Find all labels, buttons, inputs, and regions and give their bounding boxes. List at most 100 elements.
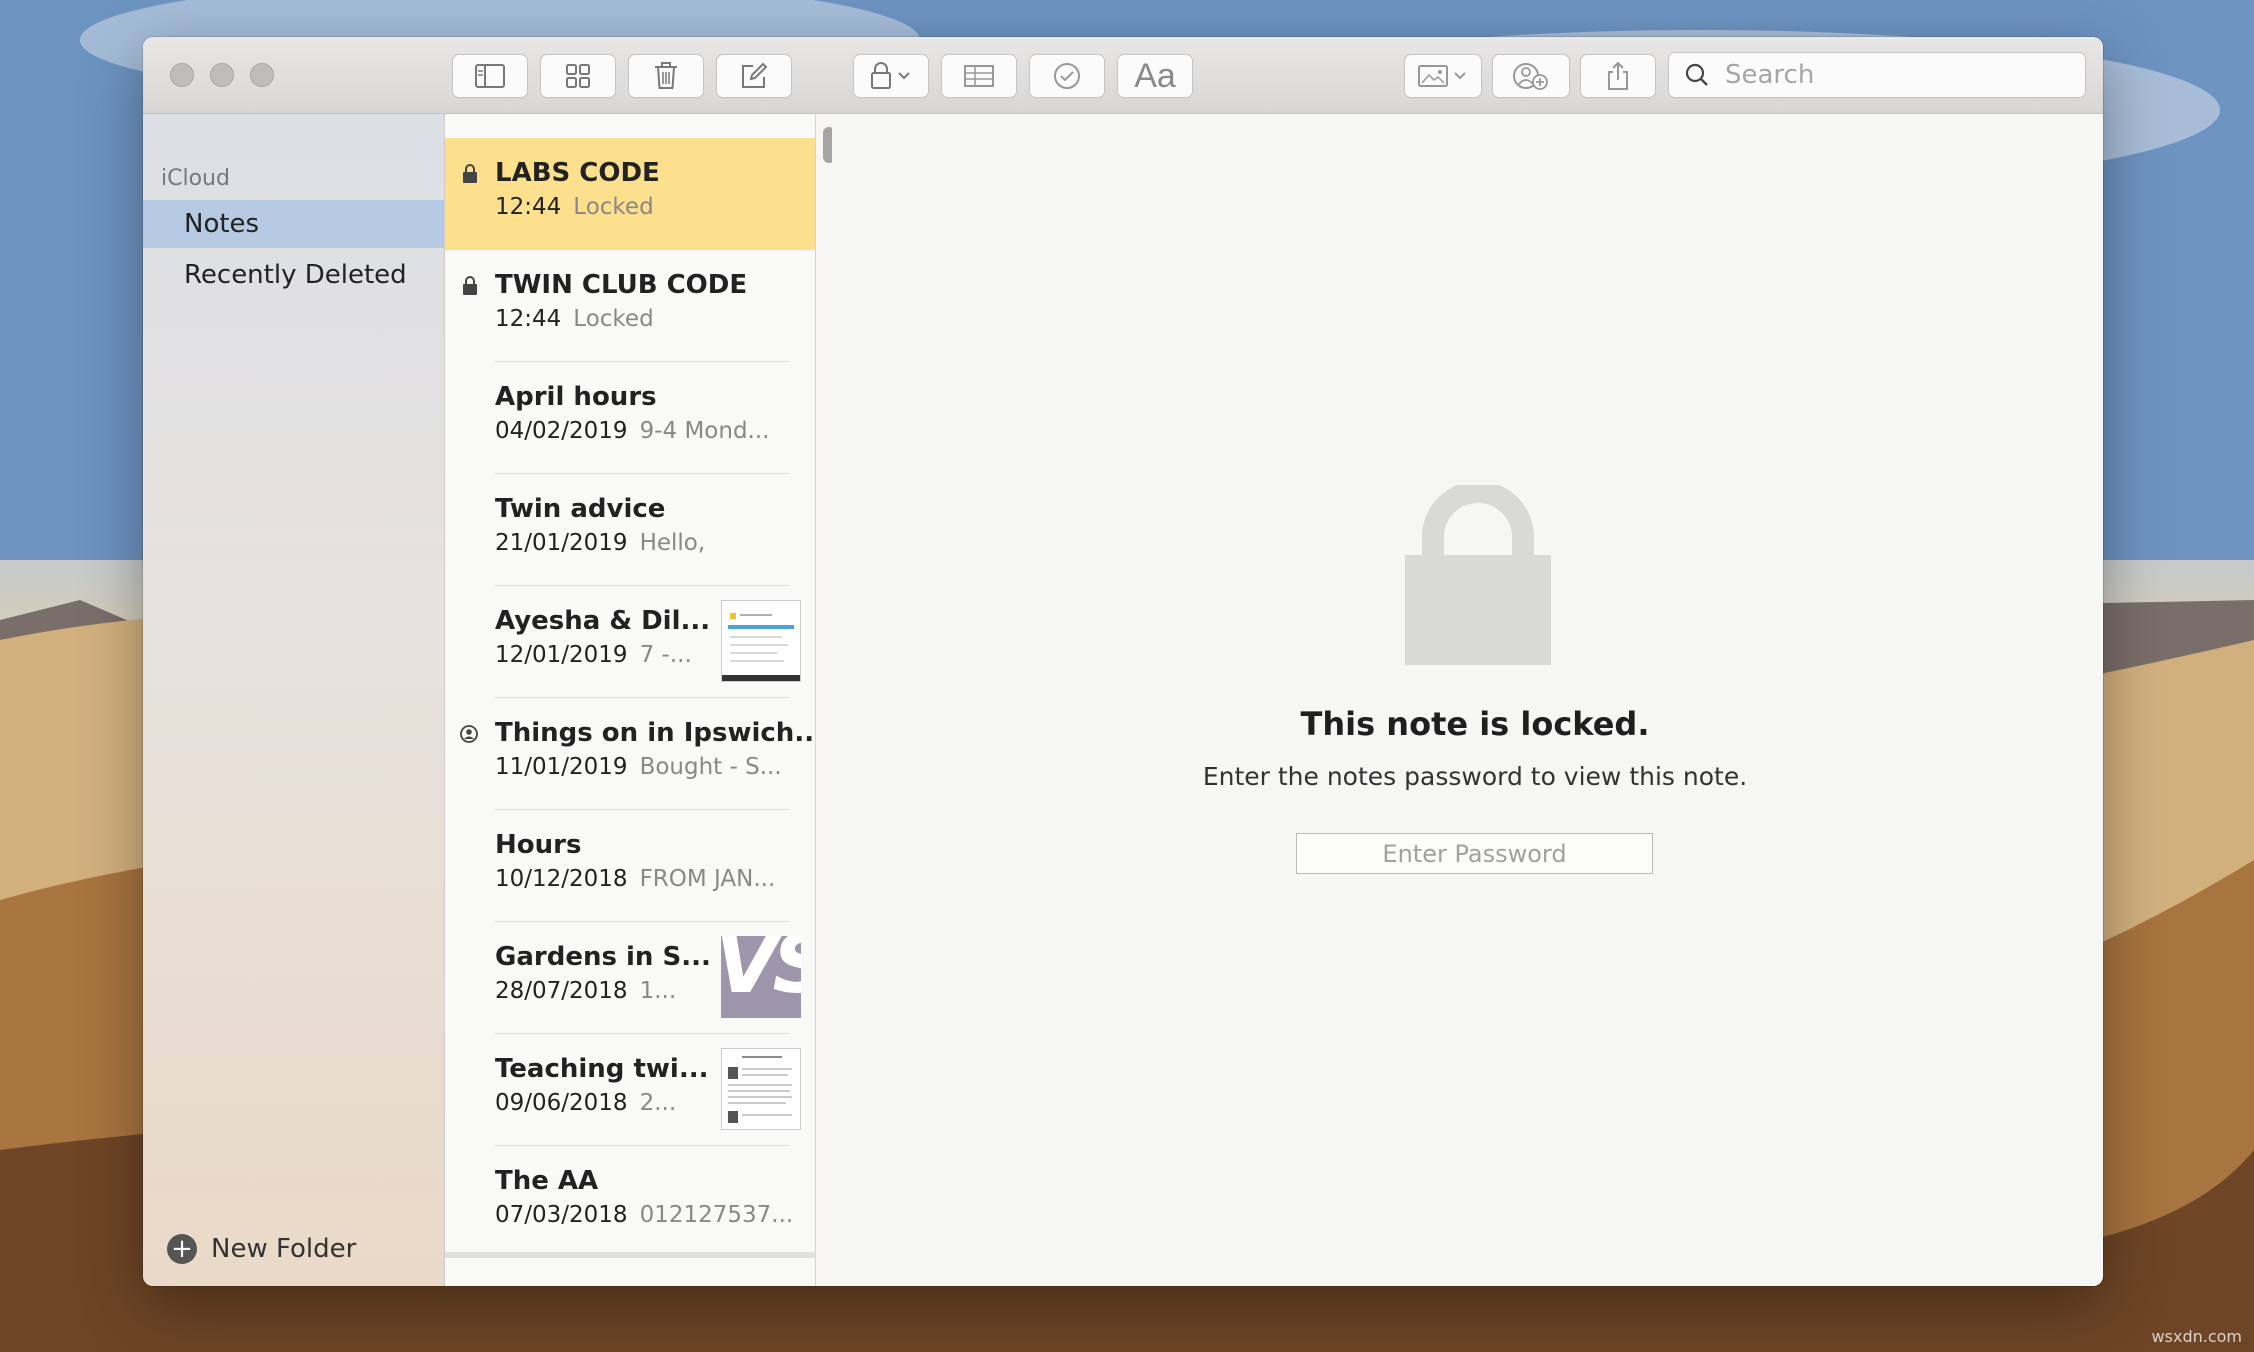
note-separator: [445, 1252, 815, 1258]
sidebar-item-recently-deleted[interactable]: Recently Deleted: [143, 251, 444, 299]
note-title: Teaching twi...: [495, 1054, 709, 1084]
note-list-item[interactable]: Twin advice 21/01/2019 Hello,: [445, 474, 815, 586]
note-date: 12:44: [495, 306, 562, 332]
note-date: 28/07/2018: [495, 978, 628, 1004]
note-list-item[interactable]: Ayesha & Dil... 12/01/2019 7 -...: [445, 586, 815, 698]
note-list-item[interactable]: Hours 10/12/2018 FROM JAN...: [445, 810, 815, 922]
note-date: 12/01/2019: [495, 642, 628, 668]
delete-note-button[interactable]: [628, 54, 704, 98]
document-thumbnail-icon: [728, 1056, 792, 1123]
locked-note-instructions: Enter the notes password to view this no…: [1202, 762, 1748, 791]
large-lock-icon: [1405, 485, 1551, 665]
shared-person-icon: [460, 725, 478, 743]
note-title: Ayesha & Dil...: [495, 606, 711, 636]
search-icon: [1685, 63, 1708, 86]
sidebar-icon: [475, 64, 505, 88]
toggle-sidebar-button[interactable]: [452, 54, 528, 98]
note-list-item[interactable]: LABS CODE 12:44 Locked: [445, 138, 815, 250]
note-title: LABS CODE: [495, 158, 660, 188]
note-thumbnail: [721, 600, 801, 682]
note-list-item[interactable]: Teaching twi... 09/06/2018 2...: [445, 1034, 815, 1146]
minimize-window-button[interactable]: [210, 63, 234, 87]
note-snippet: 1...: [639, 978, 677, 1004]
note-meta: 21/01/2019 Hello,: [495, 530, 705, 556]
note-date: 09/06/2018: [495, 1090, 628, 1116]
new-folder-button[interactable]: + New Folder: [167, 1234, 356, 1264]
trash-icon: [655, 62, 677, 89]
close-window-button[interactable]: [170, 63, 194, 87]
note-thumbnail: VS: [721, 936, 801, 1018]
note-list-item[interactable]: April hours 04/02/2019 9-4 Mond...: [445, 362, 815, 474]
share-button[interactable]: [1580, 54, 1656, 98]
locked-note-title: This note is locked.: [1300, 705, 1650, 743]
checkmark-circle-icon: [1054, 63, 1080, 89]
note-list-item[interactable]: Gardens in S... 28/07/2018 1... VS: [445, 922, 815, 1034]
note-title: The AA: [495, 1166, 599, 1196]
folders-sidebar: iCloud Notes Recently Deleted + New Fold…: [143, 114, 445, 1286]
note-meta: 11/01/2019 Bought - S...: [495, 754, 782, 780]
logo-thumbnail-text: VS: [721, 936, 801, 1006]
note-content-area: [832, 114, 2103, 1286]
note-meta: 10/12/2018 FROM JAN...: [495, 866, 775, 892]
note-date: 11/01/2019: [495, 754, 628, 780]
sidebar-item-notes[interactable]: Notes: [143, 200, 444, 248]
add-people-button[interactable]: [1492, 54, 1570, 98]
note-meta: 12:44 Locked: [495, 306, 654, 332]
compose-icon: [742, 62, 768, 88]
note-title: Twin advice: [495, 494, 666, 524]
note-title: Hours: [495, 830, 582, 860]
insert-media-menu-button[interactable]: [1404, 54, 1482, 98]
plus-circle-icon: +: [167, 1234, 197, 1264]
note-meta: 07/03/2018 012127537...: [495, 1202, 793, 1228]
checklist-button[interactable]: [1029, 54, 1105, 98]
password-input[interactable]: [1296, 833, 1653, 874]
search-field[interactable]: [1668, 52, 2086, 98]
note-thumbnail: [721, 1048, 801, 1130]
note-title: April hours: [495, 382, 657, 412]
photo-icon: [1418, 65, 1466, 87]
gallery-view-button[interactable]: [540, 54, 616, 98]
note-snippet: 9-4 Mond...: [639, 418, 770, 444]
note-date: 21/01/2019: [495, 530, 628, 556]
watermark: wsxdn.com: [2151, 1327, 2242, 1346]
sidebar-section-icloud: iCloud: [161, 166, 230, 191]
notes-window: Aa iCloud Notes Recently Deleted + New F…: [143, 37, 2103, 1286]
lock-icon: [871, 62, 910, 89]
insert-table-button[interactable]: [941, 54, 1017, 98]
note-snippet: Locked: [573, 306, 654, 332]
format-label: Aa: [1134, 56, 1176, 95]
search-input[interactable]: [1717, 60, 2085, 90]
new-note-button[interactable]: [716, 54, 792, 98]
note-title: Things on in Ipswich...: [495, 718, 816, 748]
note-list-item[interactable]: The AA 07/03/2018 012127537...: [445, 1146, 815, 1258]
format-text-button[interactable]: Aa: [1117, 54, 1193, 98]
note-meta: 04/02/2019 9-4 Mond...: [495, 418, 769, 444]
note-date: 10/12/2018: [495, 866, 628, 892]
notes-list[interactable]: LABS CODE 12:44 Locked TWIN CLUB CODE 12:…: [445, 114, 816, 1286]
sidebar-item-label: Notes: [184, 209, 260, 239]
zoom-window-button[interactable]: [250, 63, 274, 87]
note-meta: 28/07/2018 1...: [495, 978, 676, 1004]
document-thumbnail-icon: [722, 613, 800, 681]
lock-note-menu-button[interactable]: [853, 54, 929, 98]
note-snippet: 7 -...: [639, 642, 692, 668]
note-meta: 12/01/2019 7 -...: [495, 642, 692, 668]
note-snippet: 012127537...: [639, 1202, 794, 1228]
new-folder-label: New Folder: [211, 1234, 357, 1264]
toolbar: Aa: [143, 37, 2103, 114]
note-snippet: 2...: [639, 1090, 677, 1116]
note-snippet: Hello,: [639, 530, 706, 556]
share-icon: [1608, 61, 1628, 90]
note-list-item[interactable]: Things on in Ipswich... 11/01/2019 Bought…: [445, 698, 815, 810]
note-snippet: FROM JAN...: [639, 866, 776, 892]
lock-icon: [463, 164, 477, 183]
person-add-icon: [1513, 63, 1548, 90]
sidebar-item-label: Recently Deleted: [184, 260, 407, 290]
note-date: 07/03/2018: [495, 1202, 628, 1228]
note-title: TWIN CLUB CODE: [495, 270, 748, 300]
grid-icon: [566, 64, 590, 88]
note-snippet: Locked: [573, 194, 654, 220]
note-list-item[interactable]: TWIN CLUB CODE 12:44 Locked: [445, 250, 815, 362]
note-meta: 12:44 Locked: [495, 194, 654, 220]
note-meta: 09/06/2018 2...: [495, 1090, 676, 1116]
